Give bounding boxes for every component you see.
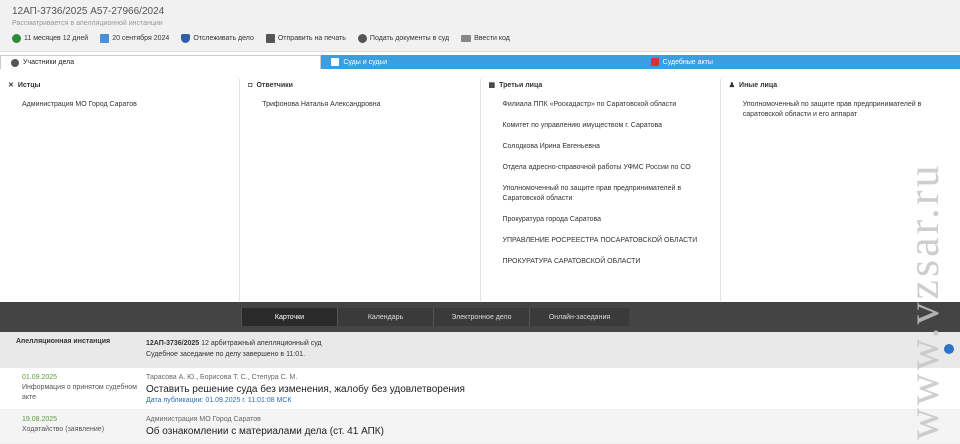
defendants-column: ◘ Ответчики Трифонова Наталья Александров… <box>240 79 481 301</box>
case-subtitle: Рассматривается в апелляционной инстанци… <box>12 20 163 27</box>
plaintiffs-heading: ✕ Истцы <box>8 81 41 90</box>
shield-outline-icon: ◘ <box>248 81 253 89</box>
pdf-icon <box>650 58 659 66</box>
case-nav-bar: Карточки Календарь Электронное дело Онла… <box>0 302 960 332</box>
event-title[interactable]: Оставить решение суда без изменения, жал… <box>146 384 465 396</box>
party-item[interactable]: Администрация МО Город Саратов <box>22 100 231 110</box>
instance-case-number: 12АП-3736/2025 <box>146 340 200 347</box>
event-type: Информация о принятом судебном акте <box>22 384 137 401</box>
instance-court: 12 арбитражный апелляционный суд <box>201 340 322 347</box>
enter-code-button[interactable]: Ввести код <box>461 35 510 42</box>
event-row[interactable]: 19.08.2025 Ходатайство (заявление) Админ… <box>0 410 960 444</box>
party-item[interactable]: Трифонова Наталья Александровна <box>262 100 471 110</box>
nav-electronic-case-button[interactable]: Электронное дело <box>433 308 529 326</box>
defendants-heading: ◘ Ответчики <box>248 81 293 89</box>
person-icon: ♟ <box>728 82 736 89</box>
event-participants: Администрация МО Город Саратов <box>146 416 261 423</box>
users-icon <box>11 58 19 67</box>
document-icon <box>357 34 367 43</box>
third-parties-heading: ▦ Третьи лица <box>488 81 543 90</box>
party-item[interactable]: Уполномоченный по защите прав предприним… <box>503 184 712 204</box>
watermark: www.vzsar.ru <box>899 162 948 440</box>
clock-icon <box>12 34 21 43</box>
tab-judicial-acts[interactable]: Судебные акты <box>640 55 960 69</box>
building-icon: ▦ <box>488 82 496 89</box>
action-bar: 11 месяцев 12 дней 20 сентября 2024 Отсл… <box>12 34 948 43</box>
event-publication-date: Дата публикации: 01.09.2025 г. 11:01:08 … <box>146 397 292 404</box>
party-item[interactable]: Солодкова Ирина Евгеньевна <box>503 142 712 152</box>
nav-calendar-button[interactable]: Календарь <box>337 308 433 326</box>
event-row[interactable]: 01.09.2025 Информация о принятом судебно… <box>0 368 960 410</box>
instance-status: Судебное заседание по делу завершено в 1… <box>146 351 306 358</box>
event-date: 01.09.2025 <box>22 374 58 381</box>
track-case-button[interactable]: Отслеживать дело <box>181 34 254 43</box>
print-button[interactable]: Отправить на печать <box>265 34 346 43</box>
plaintiffs-column: ✕ Истцы Администрация МО Город Саратов <box>0 79 241 301</box>
court-icon <box>331 58 340 66</box>
party-item[interactable]: Комитет по управлению имуществом г. Сара… <box>503 121 712 131</box>
case-title: 12АП-3736/2025 А57-27966/2024 <box>12 6 165 17</box>
participants-panel: ✕ Истцы Администрация МО Город Саратов ◘ О… <box>0 69 960 301</box>
party-item[interactable]: ПРОКУРАТУРА САРАТОВСКОЙ ОБЛАСТИ <box>503 257 712 267</box>
party-item[interactable]: УПРАВЛЕНИЕ РОСРЕЕСТРА ПОСАРАТОВСКОЙ ОБЛА… <box>503 236 712 246</box>
tab-courts-judges[interactable]: Суды и судьи <box>321 55 641 69</box>
party-item[interactable]: Отдела адресно-справочной работы УФМС Ро… <box>503 163 712 173</box>
shield-icon <box>181 34 191 43</box>
calendar-icon <box>100 34 110 43</box>
tab-participants[interactable]: Участники дела <box>0 55 322 69</box>
event-type: Ходатайство (заявление) <box>22 426 105 433</box>
third-parties-column: ▦ Третьи лица Филиала ППК «Роскадастр» по… <box>481 79 721 301</box>
case-header: 12АП-3736/2025 А57-27966/2024 Рассматрив… <box>0 0 960 52</box>
tab-bar: Участники дела Суды и судьи Судебные акт… <box>0 55 960 69</box>
swords-icon: ✕ <box>8 82 14 89</box>
print-icon <box>265 34 275 43</box>
party-item[interactable]: Филиала ППК «Роскадастр» по Саратовской … <box>503 100 712 110</box>
event-title[interactable]: Об ознакомлении с материалами дела (ст. … <box>146 426 384 438</box>
event-participants: Тарасова А. Ю., Борисова Т. С., Степура … <box>146 374 298 381</box>
date-item: 20 сентября 2024 <box>100 34 169 43</box>
duration-item: 11 месяцев 12 дней <box>12 34 88 43</box>
event-date: 19.08.2025 <box>22 416 58 423</box>
code-icon <box>461 35 472 42</box>
submit-documents-button[interactable]: Подать документы в суд <box>357 34 449 43</box>
nav-cards-button[interactable]: Карточки <box>241 308 337 326</box>
nav-online-sessions-button[interactable]: Онлайн-заседания <box>529 308 629 326</box>
party-item[interactable]: Прокуратура города Саратова <box>503 215 712 225</box>
appeal-instance-row[interactable]: Апелляционная инстанция 12АП-3736/2025 1… <box>0 332 960 368</box>
instance-label: Апелляционная инстанция <box>16 338 111 345</box>
